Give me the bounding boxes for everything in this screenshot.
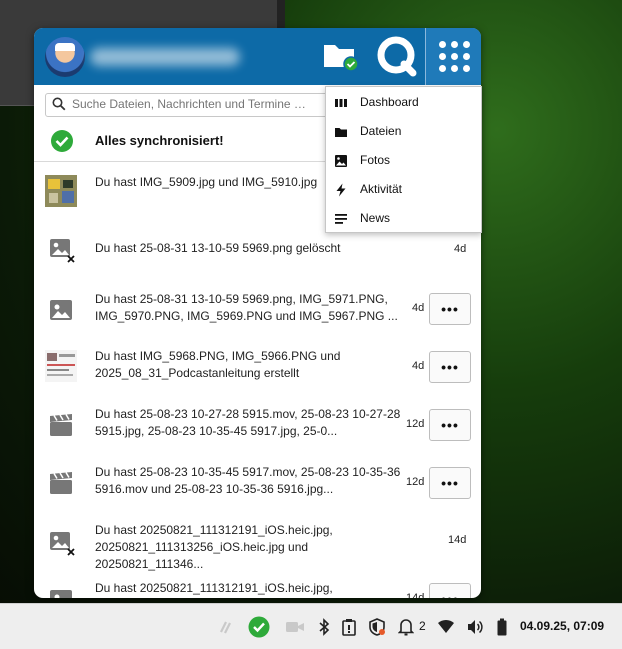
activity-item[interactable]: Du hast 25-08-23 10-35-45 5917.mov, 25-0…	[34, 452, 481, 510]
video-icon	[50, 414, 72, 436]
photo-thumbnail	[45, 175, 77, 207]
system-taskbar: 2 04.09.25, 07:09	[0, 603, 622, 649]
account-name-blurred[interactable]	[90, 48, 240, 66]
search-icon	[52, 97, 66, 111]
bluetooth-icon[interactable]	[318, 618, 330, 636]
apps-menu-button[interactable]	[425, 28, 481, 85]
dashboard-icon	[335, 99, 347, 107]
panel-header	[34, 28, 481, 85]
activity-time: 12d	[406, 476, 425, 488]
more-actions-button[interactable]: •••	[429, 293, 471, 325]
activity-item[interactable]: Du hast 20250821_111312191_iOS.heic.jpg,…	[34, 510, 481, 571]
notifications-bell-icon[interactable]	[398, 618, 414, 636]
image-deleted-icon	[50, 239, 75, 263]
activity-time: 4d	[454, 243, 467, 255]
grid-icon	[438, 41, 470, 72]
sync-status-text: Alles synchronisiert!	[95, 133, 224, 148]
menu-item-dashboard[interactable]: Dashboard	[326, 88, 481, 117]
more-actions-button[interactable]: •••	[429, 351, 471, 383]
activity-time: 4d	[412, 360, 425, 372]
bolt-icon	[336, 183, 346, 197]
activity-item[interactable]: Du hast IMG_5968.PNG, IMG_5966.PNG und 2…	[34, 336, 481, 394]
activity-time: 14d	[406, 592, 425, 598]
news-icon	[335, 214, 347, 224]
menu-item-news[interactable]: News	[326, 204, 481, 233]
more-actions-button[interactable]: •••	[429, 467, 471, 499]
sync-ok-icon	[51, 130, 73, 152]
search-field[interactable]	[45, 93, 337, 117]
menu-item-label: Dateien	[360, 124, 402, 138]
video-icon	[50, 472, 72, 494]
menu-item-fotos[interactable]: Fotos	[326, 146, 481, 175]
camera-icon[interactable]	[285, 618, 305, 636]
activity-text: Du hast 20250821_111312191_iOS.heic.jpg,…	[95, 581, 333, 595]
activity-text: Du hast 25-08-23 10-35-45 5917.mov, 25-0…	[95, 465, 401, 496]
activity-time: 12d	[406, 418, 425, 430]
menu-item-label: News	[360, 211, 391, 225]
notification-count: 2	[419, 619, 426, 633]
photo-icon	[335, 155, 347, 167]
image-deleted-icon	[50, 532, 75, 556]
avatar[interactable]	[45, 37, 85, 77]
more-actions-button[interactable]: •••	[429, 409, 471, 441]
menu-item-dateien[interactable]: Dateien	[326, 117, 481, 146]
local-folder-synced-icon[interactable]	[323, 40, 359, 72]
menu-item-aktivitaet[interactable]: Aktivität	[326, 175, 481, 204]
flatpak-update-icon[interactable]	[217, 618, 235, 636]
activity-text: Du hast IMG_5968.PNG, IMG_5966.PNG und 2…	[95, 349, 341, 380]
clock[interactable]: 04.09.25, 07:09	[520, 619, 604, 633]
apps-dropdown-menu: Dashboard Dateien Fotos Aktivität News	[325, 86, 482, 233]
battery-icon[interactable]	[497, 618, 507, 636]
activity-text: Du hast 20250821_111312191_iOS.heic.jpg,…	[95, 523, 333, 571]
activity-text: Du hast 25-08-31 13-10-59 5969.png gelös…	[95, 241, 341, 255]
activity-time: 14d	[448, 534, 467, 546]
activity-text: Du hast 25-08-31 13-10-59 5969.png, IMG_…	[95, 292, 398, 323]
folder-icon	[335, 128, 347, 137]
menu-item-label: Fotos	[360, 153, 391, 167]
activity-text: Du hast 25-08-23 10-27-28 5915.mov, 25-0…	[95, 407, 401, 438]
nextcloud-sync-ok-icon[interactable]	[248, 616, 270, 638]
more-actions-button[interactable]: •••	[429, 583, 471, 598]
activity-item[interactable]: Du hast 20250821_111312191_iOS.heic.jpg,…	[34, 568, 481, 598]
volume-icon[interactable]	[466, 618, 484, 636]
image-icon	[50, 300, 72, 320]
activity-item[interactable]: Du hast 25-08-31 13-10-59 5969.png, IMG_…	[34, 278, 481, 336]
clipboard-icon[interactable]	[341, 618, 357, 636]
menu-item-label: Aktivität	[360, 182, 403, 196]
image-icon	[50, 590, 72, 598]
unified-search-logo-icon[interactable]	[374, 34, 420, 80]
activity-time: 4d	[412, 302, 425, 314]
menu-item-label: Dashboard	[360, 95, 419, 109]
screenshot-thumbnail	[45, 350, 77, 382]
activity-item[interactable]: Du hast 25-08-23 10-27-28 5915.mov, 25-0…	[34, 394, 481, 452]
wifi-icon[interactable]	[437, 618, 455, 634]
vpn-shield-icon[interactable]	[368, 618, 386, 636]
search-input[interactable]	[72, 95, 332, 113]
